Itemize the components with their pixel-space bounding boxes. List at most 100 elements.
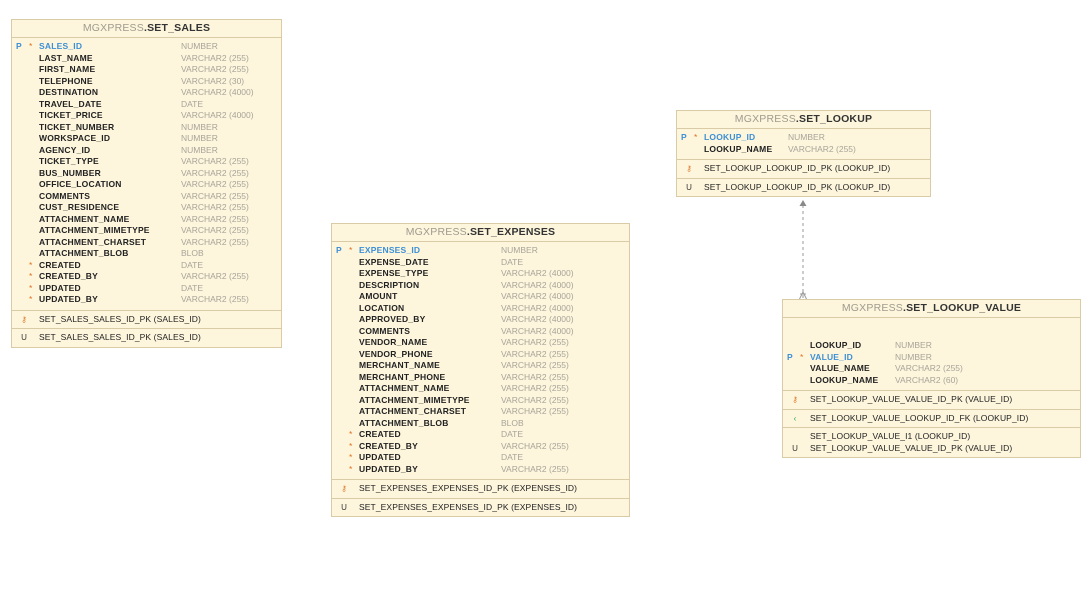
column-type: DATE: [501, 429, 524, 439]
column-row[interactable]: ATTACHMENT_NAME VARCHAR2 (255): [12, 214, 281, 226]
column-name: CREATED_BY: [359, 440, 418, 451]
column-row[interactable]: TRAVEL_DATE DATE: [12, 99, 281, 111]
column-row[interactable]: EXPENSE_DATE DATE: [332, 257, 629, 269]
column-type: VARCHAR2 (30): [181, 75, 245, 86]
column-type: NUMBER: [501, 245, 538, 255]
column-row[interactable]: LOCATION VARCHAR2 (4000): [332, 303, 629, 315]
column-row[interactable]: LAST_NAME VARCHAR2 (255): [12, 53, 281, 65]
column-row[interactable]: TICKET_TYPE VARCHAR2 (255): [12, 156, 281, 168]
column-row[interactable]: ATTACHMENT_BLOB BLOB: [332, 418, 629, 430]
column-name: AGENCY_ID: [39, 144, 91, 155]
column-row[interactable]: APPROVED_BY VARCHAR2 (4000): [332, 314, 629, 326]
column-row[interactable]: * CREATED DATE: [332, 429, 629, 441]
column-row[interactable]: CUST_RESIDENCE VARCHAR2 (255): [12, 202, 281, 214]
constraint-section: ⚷ SET_EXPENSES_EXPENSES_ID_PK (EXPENSES_I…: [332, 479, 629, 498]
constraint-section: SET_LOOKUP_VALUE_I1 (LOOKUP_ID) U SET_LOOK…: [783, 427, 1080, 457]
column-type: VARCHAR2 (4000): [501, 302, 574, 313]
column-row[interactable]: P * VALUE_ID NUMBER: [783, 352, 1080, 364]
constraint-section: U SET_LOOKUP_LOOKUP_ID_PK (LOOKUP_ID): [677, 177, 930, 197]
column-row[interactable]: ATTACHMENT_NAME VARCHAR2 (255): [332, 383, 629, 395]
constraint-row[interactable]: U SET_EXPENSES_EXPENSES_ID_PK (EXPENSES_I…: [332, 502, 629, 514]
column-row[interactable]: LOOKUP_ID NUMBER: [783, 340, 1080, 352]
column-row[interactable]: TICKET_NUMBER NUMBER: [12, 122, 281, 134]
column-row[interactable]: ATTACHMENT_MIMETYPE VARCHAR2 (255): [332, 395, 629, 407]
column-row[interactable]: MERCHANT_NAME VARCHAR2 (255): [332, 360, 629, 372]
table-set-sales[interactable]: MGXPRESS.SET_SALES P * SALES_ID NUMBER LAST_…: [11, 19, 282, 348]
table-title: MGXPRESS.SET_EXPENSES: [332, 224, 629, 242]
column-row[interactable]: AMOUNT VARCHAR2 (4000): [332, 291, 629, 303]
column-type: VARCHAR2 (255): [181, 294, 249, 304]
table-set-lookup[interactable]: MGXPRESS.SET_LOOKUP P * LOOKUP_ID NUMBER LOO…: [676, 110, 931, 197]
column-row[interactable]: VENDOR_NAME VARCHAR2 (255): [332, 337, 629, 349]
column-row[interactable]: AGENCY_ID NUMBER: [12, 145, 281, 157]
column-row[interactable]: * CREATED_BY VARCHAR2 (255): [12, 271, 281, 283]
column-row[interactable]: LOOKUP_NAME VARCHAR2 (60): [783, 375, 1080, 387]
column-row[interactable]: VENDOR_PHONE VARCHAR2 (255): [332, 349, 629, 361]
column-row[interactable]: LOOKUP_NAME VARCHAR2 (255): [677, 144, 930, 156]
column-row[interactable]: ATTACHMENT_BLOB BLOB: [12, 248, 281, 260]
column-row[interactable]: VALUE_NAME VARCHAR2 (255): [783, 363, 1080, 375]
column-name: EXPENSES_ID: [359, 245, 421, 255]
column-row[interactable]: * UPDATED_BY VARCHAR2 (255): [332, 464, 629, 476]
constraint-row[interactable]: ⚷ SET_EXPENSES_EXPENSES_ID_PK (EXPENSES_I…: [332, 483, 629, 495]
constraint-name: SET_LOOKUP_LOOKUP_ID_PK (LOOKUP_ID): [704, 163, 891, 173]
column-row[interactable]: TELEPHONE VARCHAR2 (30): [12, 76, 281, 88]
constraint-row[interactable]: U SET_LOOKUP_LOOKUP_ID_PK (LOOKUP_ID): [677, 182, 930, 194]
constraint-row[interactable]: ‹ SET_LOOKUP_VALUE_LOOKUP_ID_FK (LOOKUP_I…: [783, 413, 1080, 425]
column-type: VARCHAR2 (255): [181, 225, 249, 235]
column-row[interactable]: DESCRIPTION VARCHAR2 (4000): [332, 280, 629, 292]
column-row[interactable]: TICKET_PRICE VARCHAR2 (4000): [12, 110, 281, 122]
column-type: VARCHAR2 (255): [501, 394, 569, 405]
column-row[interactable]: ATTACHMENT_CHARSET VARCHAR2 (255): [12, 237, 281, 249]
column-row[interactable]: * UPDATED DATE: [332, 452, 629, 464]
table-title: MGXPRESS.SET_LOOKUP_VALUE: [783, 300, 1080, 318]
column-type: VARCHAR2 (255): [181, 271, 249, 281]
column-type: VARCHAR2 (255): [501, 337, 569, 347]
column-list: P * LOOKUP_ID NUMBER LOOKUP_NAME VARCHAR2 (25…: [677, 129, 930, 159]
column-type: VARCHAR2 (255): [181, 236, 249, 247]
constraint-row[interactable]: SET_LOOKUP_VALUE_I1 (LOOKUP_ID): [783, 431, 1080, 443]
column-row[interactable]: * CREATED DATE: [12, 260, 281, 272]
column-row[interactable]: COMMENTS VARCHAR2 (4000): [332, 326, 629, 338]
constraint-section: ‹ SET_LOOKUP_VALUE_LOOKUP_ID_FK (LOOKUP_I…: [783, 408, 1080, 428]
column-row[interactable]: P * SALES_ID NUMBER: [12, 41, 281, 53]
column-row[interactable]: EXPENSE_TYPE VARCHAR2 (4000): [332, 268, 629, 280]
column-row[interactable]: OFFICE_LOCATION VARCHAR2 (255): [12, 179, 281, 191]
column-row[interactable]: P * EXPENSES_ID NUMBER: [332, 245, 629, 257]
column-type: DATE: [181, 259, 204, 270]
column-row[interactable]: MERCHANT_PHONE VARCHAR2 (255): [332, 372, 629, 384]
column-name: ATTACHMENT_BLOB: [39, 248, 129, 258]
column-row[interactable]: ATTACHMENT_CHARSET VARCHAR2 (255): [332, 406, 629, 418]
constraint-row[interactable]: U SET_LOOKUP_VALUE_VALUE_ID_PK (VALUE_ID): [783, 443, 1080, 455]
column-row[interactable]: BUS_NUMBER VARCHAR2 (255): [12, 168, 281, 180]
column-row[interactable]: * CREATED_BY VARCHAR2 (255): [332, 441, 629, 453]
constraint-row[interactable]: ⚷ SET_LOOKUP_LOOKUP_ID_PK (LOOKUP_ID): [677, 163, 930, 175]
column-type: DATE: [501, 256, 524, 267]
column-row[interactable]: WORKSPACE_ID NUMBER: [12, 133, 281, 145]
column-type: VARCHAR2 (255): [181, 202, 249, 212]
column-type: VARCHAR2 (255): [181, 213, 249, 224]
constraint-row[interactable]: U SET_SALES_SALES_ID_PK (SALES_ID): [12, 332, 281, 344]
column-row[interactable]: ATTACHMENT_MIMETYPE VARCHAR2 (255): [12, 225, 281, 237]
table-set-lookup-value[interactable]: MGXPRESS.SET_LOOKUP_VALUE LOOKUP_ID NUMBE…: [782, 299, 1081, 458]
key-icon: ⚷: [792, 395, 798, 404]
table-name: .SET_EXPENSES: [466, 226, 556, 238]
constraint-name: SET_SALES_SALES_ID_PK (SALES_ID): [39, 313, 201, 324]
column-row[interactable]: P * LOOKUP_ID NUMBER: [677, 132, 930, 144]
column-type: NUMBER: [181, 41, 218, 51]
column-name: COMMENTS: [39, 190, 91, 201]
column-name: VALUE_ID: [810, 351, 854, 362]
table-set-expenses[interactable]: MGXPRESS.SET_EXPENSES P * EXPENSES_ID NUMBE…: [331, 223, 630, 517]
column-name: CREATED: [39, 259, 81, 270]
constraint-row[interactable]: ⚷ SET_SALES_SALES_ID_PK (SALES_ID): [12, 314, 281, 326]
constraint-row[interactable]: ⚷ SET_LOOKUP_VALUE_VALUE_ID_PK (VALUE_ID): [783, 394, 1080, 406]
column-row[interactable]: * UPDATED_BY VARCHAR2 (255): [12, 294, 281, 306]
column-row[interactable]: COMMENTS VARCHAR2 (255): [12, 191, 281, 203]
column-name: LOOKUP_NAME: [704, 143, 773, 154]
column-row[interactable]: DESTINATION VARCHAR2 (4000): [12, 87, 281, 99]
column-name: TRAVEL_DATE: [39, 98, 102, 109]
column-name: MERCHANT_PHONE: [359, 371, 446, 382]
column-row[interactable]: FIRST_NAME VARCHAR2 (255): [12, 64, 281, 76]
column-row[interactable]: * UPDATED DATE: [12, 283, 281, 295]
required-marker: *: [694, 132, 698, 142]
